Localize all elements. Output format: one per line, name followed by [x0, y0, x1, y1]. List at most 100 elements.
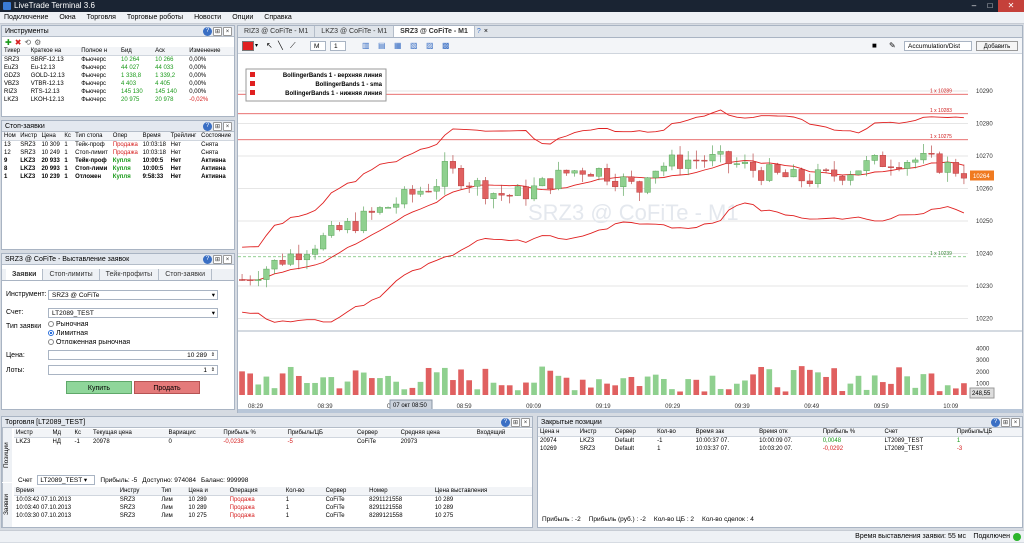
col-header[interactable]: Кол-во — [283, 487, 324, 496]
side-tab-positions[interactable]: Позиции — [2, 428, 12, 482]
col-header[interactable]: Кс — [72, 429, 91, 438]
close-icon[interactable]: × — [223, 27, 232, 36]
table-row[interactable]: 1 LKZ3 10 239 1 Отложен Купля 9:58:33 Нет Активн… — [2, 173, 234, 181]
menu-options[interactable]: Опции — [232, 14, 253, 21]
col-header[interactable]: Полное н — [79, 47, 120, 56]
col-header[interactable]: Инстр — [18, 132, 40, 141]
account-select[interactable]: LT2089_TEST ▾ — [37, 475, 96, 485]
help-icon[interactable]: ? — [203, 255, 212, 264]
col-header[interactable]: Средняя цена — [398, 429, 475, 438]
radio-market[interactable]: Рыночная — [48, 321, 88, 328]
col-header[interactable]: Трейлинг — [168, 132, 200, 141]
table-row[interactable]: VBZ3 VTBR-12.13 Фьючерс 4 403 4 405 0,00% — [2, 80, 234, 88]
col-header[interactable]: Прибыль % — [820, 428, 883, 437]
table-row[interactable]: SRZ3 SBRF-12.13 Фьючерс 10 264 10 266 0,00% — [2, 56, 234, 65]
count-select[interactable]: 1 — [330, 41, 346, 51]
col-header[interactable]: Тип — [159, 487, 187, 496]
table-row[interactable]: LKZ3 НД -1 20978 0 -0,0238 -5 CoFiTe 209… — [14, 438, 532, 447]
refresh-icon[interactable]: ⟲ — [24, 38, 31, 47]
table-row[interactable]: GDZ3 GOLD-12.13 Фьючерс 1 338,8 1 339,2 0,00% — [2, 72, 234, 80]
close-button[interactable]: ✕ — [998, 0, 1024, 12]
col-header[interactable]: Инстру — [117, 487, 160, 496]
menu-news[interactable]: Новости — [194, 14, 221, 21]
table-row[interactable]: RIZ3 RTS-12.13 Фьючерс 145 130 145 140 0,00% — [2, 88, 234, 96]
col-header[interactable]: Время — [140, 132, 169, 141]
col-header[interactable]: Ном — [2, 132, 19, 141]
help-icon[interactable]: ? — [991, 418, 1000, 427]
zoom-icon[interactable]: ▨ — [426, 41, 434, 51]
pin-icon[interactable]: ⊞ — [213, 27, 222, 36]
pin-icon[interactable]: ⊞ — [213, 122, 222, 131]
close-icon[interactable]: × — [521, 418, 530, 427]
pin-icon[interactable]: ⊞ — [1001, 418, 1010, 427]
table-row[interactable]: 10:03:30 07.10.2013 SRZ3 Лим 10 275 Продажа 1… — [14, 512, 532, 520]
price-input[interactable]: 10 289 ⇕ — [48, 350, 218, 360]
col-header[interactable]: Цена — [39, 132, 63, 141]
tab-stop-orders[interactable]: Стоп-заявки — [159, 269, 213, 280]
col-header[interactable]: Мд — [50, 429, 73, 438]
col-header[interactable]: Состояние — [199, 132, 234, 141]
indicator-select[interactable]: Accumulation/Dist — [904, 41, 972, 51]
col-header[interactable]: Кс — [62, 132, 74, 141]
color-picker[interactable] — [242, 41, 254, 51]
timeframe-select[interactable]: M — [310, 41, 326, 51]
tab-orders[interactable]: Заявки — [6, 269, 44, 280]
add-icon[interactable]: ✚ — [5, 38, 12, 47]
col-header[interactable]: Цена и — [186, 487, 228, 496]
tab-chart-srz3[interactable]: SRZ3 @ CoFiTe - M1 — [394, 26, 475, 37]
stepper-icon[interactable]: ⇕ — [211, 351, 215, 360]
col-header[interactable]: Краткое на — [28, 47, 80, 56]
col-header[interactable]: Сервер — [323, 487, 368, 496]
col-header[interactable]: Прибыль % — [221, 429, 286, 438]
help-icon[interactable]: ? — [203, 27, 212, 36]
table-row[interactable]: 10:03:40 07.10.2013 SRZ3 Лим 10 289 Продажа 1… — [14, 504, 532, 512]
col-header[interactable]: Бид — [119, 47, 154, 56]
col-header[interactable]: Сервер — [354, 429, 399, 438]
candle-chart-icon[interactable]: ▤ — [378, 41, 386, 51]
chart-close-icon[interactable]: × — [484, 26, 488, 37]
table-row[interactable]: 10269 SRZ3 Default 1 10:03:37 07. 10:03:20 07… — [538, 445, 1022, 453]
col-header[interactable]: Инстр — [577, 428, 613, 437]
col-header[interactable]: Прибыль/ЦБ — [285, 429, 355, 438]
tab-chart-lkz3[interactable]: LKZ3 @ CoFiTe - M1 — [315, 26, 395, 37]
pin-icon[interactable]: ⊞ — [511, 418, 520, 427]
maximize-button[interactable]: □ — [982, 0, 998, 12]
menu-robots[interactable]: Торговые роботы — [127, 14, 183, 21]
col-header[interactable]: Тип стопа — [73, 132, 111, 141]
col-header[interactable]: Опер — [110, 132, 141, 141]
close-icon[interactable]: × — [223, 122, 232, 131]
col-header[interactable]: Счет — [882, 428, 955, 437]
col-header[interactable]: Изменение — [187, 47, 234, 56]
stepper-icon[interactable]: ⇕ — [211, 366, 215, 375]
instrument-select[interactable]: SRZ3 @ CoFiTe ▾ — [48, 290, 218, 300]
draw-icon[interactable]: ✎ — [889, 41, 896, 51]
radio-deferred[interactable]: Отложенная рыночная — [48, 339, 130, 346]
indicator-icon[interactable]: ■ — [872, 41, 877, 51]
table-row[interactable]: 12 SRZ3 10 249 1 Стоп-лимит Продажа 10:03:18 Не… — [2, 149, 234, 157]
menu-connection[interactable]: Подключение — [4, 14, 48, 21]
col-header[interactable]: Время — [14, 487, 118, 496]
account-select[interactable]: LT2089_TEST ▾ — [48, 308, 218, 318]
col-header[interactable]: Цена выставления — [432, 487, 532, 496]
menu-help[interactable]: Справка — [264, 14, 291, 21]
help-icon[interactable]: ? — [203, 122, 212, 131]
col-header[interactable]: Сервер — [612, 428, 656, 437]
lots-input[interactable]: 1 ⇕ — [48, 365, 218, 375]
table-row[interactable]: 13 SRZ3 10 309 1 Тейк-проф Продажа 10:03:18 Нет… — [2, 141, 234, 150]
tab-take-profits[interactable]: Тейк-профиты — [100, 269, 160, 280]
close-icon[interactable]: × — [1011, 418, 1020, 427]
col-header[interactable]: Время отк — [757, 428, 821, 437]
col-header[interactable]: Прибыль/ЦБ — [954, 428, 1022, 437]
delete-icon[interactable]: ✖ — [15, 38, 22, 47]
add-indicator-button[interactable]: Добавить — [976, 41, 1018, 51]
grid-icon[interactable]: ▩ — [442, 41, 450, 51]
pin-icon[interactable]: ⊞ — [213, 255, 222, 264]
sell-button[interactable]: Продать — [134, 381, 200, 394]
chevron-down-icon[interactable]: ▾ — [255, 41, 258, 51]
table-row[interactable]: 8 LKZ3 20 993 1 Стоп-лими Купля 10:00:5 Нет Акти… — [2, 165, 234, 173]
col-header[interactable]: Вариацис — [166, 429, 222, 438]
bar-chart-icon[interactable]: ▥ — [362, 41, 370, 51]
table-row[interactable]: 20974 LKZ3 Default -1 10:00:37 07. 10:00:09 0… — [538, 437, 1022, 446]
buy-button[interactable]: Купить — [66, 381, 132, 394]
cursor-icon[interactable]: ↖ — [266, 41, 273, 51]
